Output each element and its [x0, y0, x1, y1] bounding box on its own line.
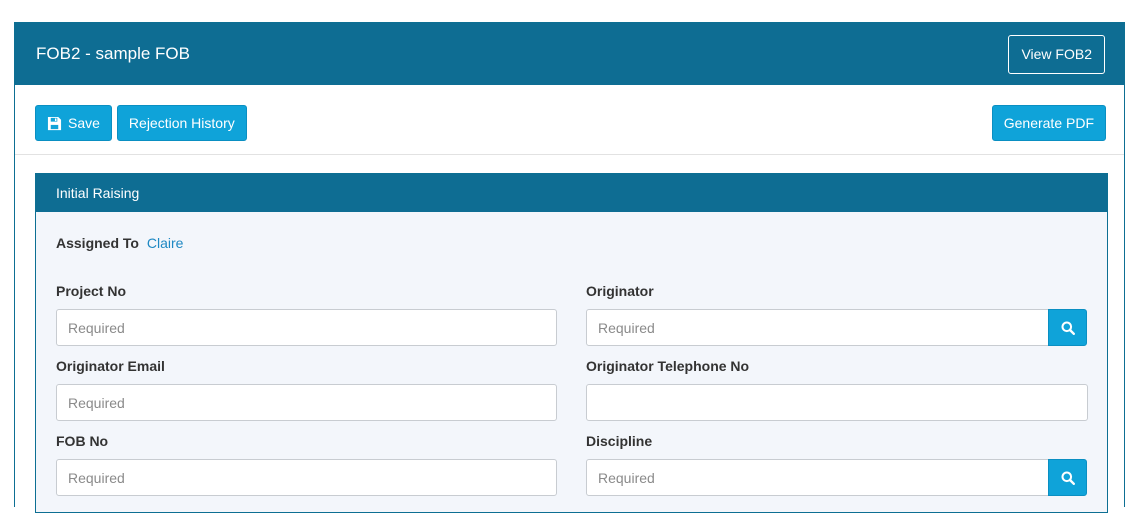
project-no-label: Project No	[56, 283, 127, 299]
fob-form-container: FOB2 - sample FOB View FOB2 Save Rejecti…	[14, 22, 1125, 513]
project-no-input[interactable]	[56, 309, 557, 346]
originator-email-label: Originator Email	[56, 358, 165, 374]
discipline-label: Discipline	[586, 433, 653, 449]
fob-no-input[interactable]	[56, 459, 557, 496]
page-title: FOB2 - sample FOB	[36, 44, 190, 63]
rejection-history-button[interactable]: Rejection History	[116, 105, 247, 141]
save-button[interactable]: Save	[35, 105, 112, 141]
save-button-label: Save	[68, 115, 100, 131]
discipline-input[interactable]	[586, 459, 1049, 496]
fob-no-label: FOB No	[56, 433, 109, 449]
originator-search-button[interactable]	[1048, 309, 1087, 346]
assigned-to-link[interactable]: Claire	[147, 235, 184, 251]
page-header: FOB2 - sample FOB View FOB2	[15, 23, 1124, 85]
floppy-disk-icon	[47, 116, 62, 131]
assigned-to: Assigned To Claire	[56, 235, 183, 251]
originator-input[interactable]	[586, 309, 1049, 346]
originator-label: Originator	[586, 283, 654, 299]
originator-telephone-label: Originator Telephone No	[586, 358, 750, 374]
originator-telephone-input[interactable]	[586, 384, 1088, 421]
view-fob2-button[interactable]: View FOB2	[1008, 34, 1105, 74]
search-icon	[1061, 321, 1075, 335]
generate-pdf-button[interactable]: Generate PDF	[991, 105, 1106, 141]
discipline-search-button[interactable]	[1048, 459, 1087, 496]
search-icon	[1061, 471, 1075, 485]
assigned-to-label: Assigned To	[56, 235, 139, 251]
originator-email-input[interactable]	[56, 384, 557, 421]
action-toolbar: Save Rejection History Generate PDF	[15, 85, 1124, 155]
initial-raising-panel: Initial Raising Assigned To Claire Proje…	[35, 173, 1108, 513]
panel-heading: Initial Raising	[36, 174, 1107, 212]
